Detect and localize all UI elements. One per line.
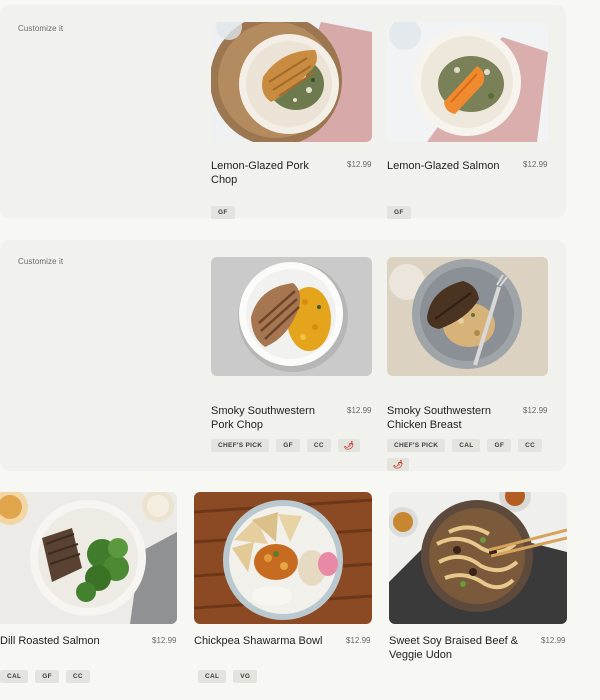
meal-price: $12.99: [347, 160, 372, 169]
meal-group-lemon-glazed: Customize it Lemon-Glazed Pork Chop $12.…: [0, 5, 566, 219]
meal-price: $12.99: [152, 636, 177, 645]
meal-photo[interactable]: [0, 492, 177, 624]
tag-gf: GF: [35, 670, 59, 683]
dietary-tags: CAL VG: [198, 670, 368, 683]
customize-it-label[interactable]: Customize it: [18, 257, 63, 266]
meal-name[interactable]: Sweet Soy Braised Beef & Veggie Udon: [389, 634, 529, 662]
meal-group-smoky-southwestern: Customize it Smoky Southwestern Pork Cho…: [0, 240, 566, 471]
tag-gf: GF: [211, 206, 235, 219]
soy-beef-udon-image: [389, 492, 567, 624]
meal-photo[interactable]: [389, 492, 567, 624]
tag-cc: CC: [518, 439, 543, 452]
chickpea-shawarma-bowl-image: [194, 492, 372, 624]
meal-card[interactable]: Lemon-Glazed Pork Chop $12.99 GF: [211, 22, 373, 219]
tag-cal: CAL: [452, 439, 481, 452]
chili-pepper-icon: 🌶: [387, 458, 410, 471]
meal-name[interactable]: Lemon-Glazed Pork Chop: [211, 159, 331, 187]
tag-cal: CAL: [0, 670, 29, 683]
dill-salmon-plate-image: [0, 492, 177, 624]
meal-card[interactable]: Dill Roasted Salmon $12.99 CAL GF CC: [0, 492, 178, 692]
meal-name[interactable]: Smoky Southwestern Chicken Breast: [387, 404, 517, 432]
meal-card[interactable]: Sweet Soy Braised Beef & Veggie Udon $12…: [389, 492, 569, 692]
smoky-pork-chop-plate-image: [211, 257, 372, 376]
tag-gf: GF: [387, 206, 411, 219]
customize-it-label[interactable]: Customize it: [18, 24, 63, 33]
tag-gf: GF: [487, 439, 512, 452]
meal-card[interactable]: Lemon-Glazed Salmon $12.99 GF: [387, 22, 549, 219]
meal-price: $12.99: [347, 406, 372, 415]
meal-card[interactable]: Chickpea Shawarma Bowl $12.99 CAL VG: [194, 492, 374, 692]
meal-photo[interactable]: [194, 492, 372, 624]
dietary-tags: GF: [387, 206, 547, 219]
tag-chefs-pick: CHEF'S PICK: [211, 439, 270, 452]
meal-photo[interactable]: [211, 22, 372, 142]
meal-photo[interactable]: [211, 257, 372, 376]
meal-card[interactable]: Smoky Southwestern Chicken Breast $12.99…: [387, 257, 549, 471]
tag-chefs-pick: CHEF'S PICK: [387, 439, 446, 452]
dietary-tags: CHEF'S PICK CAL GF CC 🌶: [387, 439, 547, 471]
meal-name[interactable]: Chickpea Shawarma Bowl: [194, 634, 324, 648]
tag-cc: CC: [65, 670, 90, 683]
dietary-tags: CAL GF CC: [0, 670, 170, 683]
meal-price: $12.99: [346, 636, 371, 645]
meal-price: $12.99: [523, 160, 548, 169]
chili-pepper-icon: 🌶: [337, 439, 361, 452]
meal-name[interactable]: Dill Roasted Salmon: [0, 634, 140, 648]
smoky-chicken-plate-image: [387, 257, 548, 376]
meal-price: $12.99: [541, 636, 566, 645]
tag-gf: GF: [276, 439, 300, 452]
meal-menu-page: Customize it Lemon-Glazed Pork Chop $12.…: [0, 0, 600, 700]
meal-price: $12.99: [523, 406, 548, 415]
pork-chop-plate-image: [211, 22, 372, 142]
meal-photo[interactable]: [387, 22, 548, 142]
tag-cal: CAL: [198, 670, 227, 683]
meal-name[interactable]: Lemon-Glazed Salmon: [387, 159, 507, 173]
meal-name[interactable]: Smoky Southwestern Pork Chop: [211, 404, 331, 432]
meal-card[interactable]: Smoky Southwestern Pork Chop $12.99 CHEF…: [211, 257, 373, 467]
tag-cc: CC: [306, 439, 331, 452]
dietary-tags: CHEF'S PICK GF CC 🌶: [211, 439, 371, 452]
meal-photo[interactable]: [387, 257, 548, 376]
lemon-salmon-plate-image: [387, 22, 548, 142]
tag-vg: VG: [233, 670, 258, 683]
dietary-tags: GF: [211, 206, 371, 219]
